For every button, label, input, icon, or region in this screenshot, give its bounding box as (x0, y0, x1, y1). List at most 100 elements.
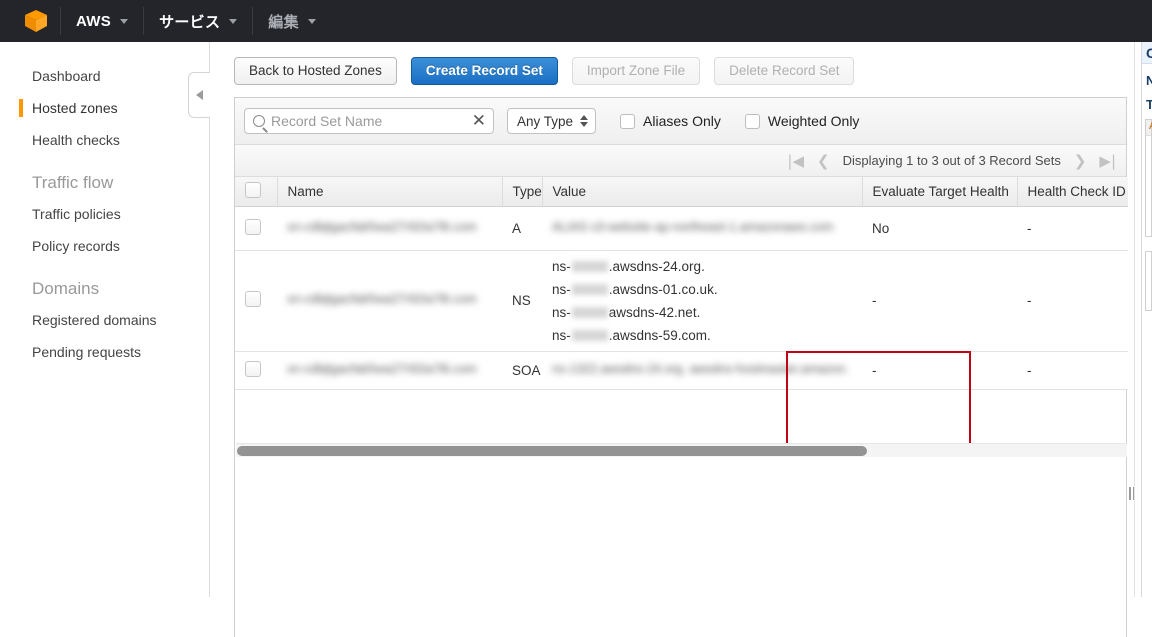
prev-page-icon[interactable]: ❮ (817, 152, 830, 170)
panel-divider (1134, 42, 1135, 597)
record-set-detail-panel: Create Record Set Name: Type: Alias: (1141, 42, 1152, 597)
record-name-redacted: xn-cdbjtgacfab5wa27r92ia78i.com (287, 219, 477, 234)
ns-prefix: ns- (552, 304, 571, 320)
row-checkbox[interactable] (245, 218, 261, 235)
sidebar-collapse-button[interactable] (188, 72, 210, 118)
row-select-cell (235, 206, 277, 251)
weighted-only-checkbox[interactable]: Weighted Only (744, 113, 860, 129)
ns-suffix: awsdns-42.net. (608, 304, 701, 320)
back-to-hosted-zones-button[interactable]: Back to Hosted Zones (234, 57, 397, 85)
ns-prefix: ns- (552, 327, 571, 343)
column-header-name[interactable]: Name (276, 177, 502, 207)
cell-health-check-id: - (1017, 351, 1128, 390)
column-header-health-check-id[interactable]: Health Check ID (1016, 177, 1128, 207)
chevron-down-icon (120, 18, 129, 24)
sidebar-section-traffic-flow: Traffic flow (32, 173, 114, 192)
navbar-item-services[interactable]: サービス (146, 0, 250, 42)
cell-value: ns-1322.awsdns-24.org. awsdns-hostmaster… (542, 351, 862, 390)
ns-redacted-block (571, 330, 608, 342)
row-select-cell (235, 250, 277, 352)
cell-name: xn-cdbjtgacfab5wa27r92ia78i.com (277, 206, 502, 251)
cell-name: xn-cdbjtgacfab5wa27r92ia78i.com (277, 250, 502, 352)
sidebar-item-hosted-zones-label: Hosted zones (32, 100, 118, 116)
ns-redacted-block (571, 284, 608, 296)
list-item: ns- .awsdns-59.com. (552, 324, 862, 347)
cell-type: A (502, 206, 542, 251)
aliases-only-checkbox[interactable]: Aliases Only (620, 113, 721, 129)
table-row[interactable]: xn-cdbjtgacfab5wa27r92ia78i.com A ALIAS … (235, 206, 1128, 251)
horizontal-scrollbar[interactable] (236, 443, 1127, 457)
ns-prefix: ns- (552, 281, 571, 297)
record-type-select[interactable]: Any Type (507, 108, 597, 134)
create-record-set-button[interactable]: Create Record Set (410, 57, 558, 85)
first-page-icon[interactable]: |◀ (787, 152, 804, 170)
search-icon (253, 115, 265, 127)
sort-updown-icon (580, 115, 589, 127)
sidebar-item-hosted-zones[interactable]: Hosted zones (0, 92, 209, 124)
sidebar-item-registered-domains[interactable]: Registered domains (0, 304, 209, 336)
sidebar-item-dashboard[interactable]: Dashboard (0, 60, 209, 92)
navbar-divider (143, 7, 145, 35)
column-header-evaluate-target-health[interactable]: Evaluate Target Health (861, 177, 1017, 207)
sidebar-item-policy-records[interactable]: Policy records (0, 230, 209, 262)
row-checkbox[interactable] (245, 291, 261, 307)
column-header-value[interactable]: Value (541, 177, 862, 207)
search-input[interactable] (265, 112, 455, 130)
cell-type: NS (502, 250, 542, 352)
ns-redacted-block (571, 307, 608, 319)
navbar-item-aws-label: AWS (76, 12, 112, 30)
sidebar-item-health-checks-label: Health checks (32, 132, 120, 148)
sidebar-item-dashboard-label: Dashboard (32, 68, 101, 84)
navbar-item-aws[interactable]: AWS (63, 0, 141, 42)
delete-record-set-button[interactable]: Delete Record Set (714, 57, 855, 85)
cell-evaluate-target-health: - (862, 250, 1017, 352)
sidebar-item-traffic-policies[interactable]: Traffic policies (0, 198, 209, 230)
table-row[interactable]: xn-cdbjtgacfab5wa27r92ia78i.com SOA ns-1… (235, 351, 1128, 390)
select-all-checkbox[interactable] (245, 181, 261, 198)
clear-search-icon[interactable]: ✕ (472, 112, 486, 130)
ns-value-list: ns- .awsdns-24.org. ns- .awsdns-01.co.uk. … (552, 251, 862, 351)
pagination-status: Displaying 1 to 3 out of 3 Record Sets (842, 153, 1061, 168)
detail-alias-label: Alias: (1146, 120, 1152, 136)
record-value-redacted: ALIAS s3-website-ap-northeast-1.amazonaw… (552, 219, 834, 234)
weighted-only-label: Weighted Only (767, 113, 860, 129)
ns-prefix: ns- (552, 258, 571, 274)
sidebar-item-health-checks[interactable]: Health checks (0, 124, 209, 156)
cell-type: SOA (502, 351, 542, 390)
import-zone-file-button[interactable]: Import Zone File (571, 57, 701, 85)
cell-value: ALIAS s3-website-ap-northeast-1.amazonaw… (542, 206, 862, 251)
navbar-item-edit-label: 編集 (268, 13, 299, 31)
detail-alias-box: Alias: (1145, 119, 1152, 237)
navbar-divider (252, 7, 254, 35)
next-page-icon[interactable]: ❯ (1074, 152, 1087, 170)
aws-cube-icon[interactable] (22, 7, 50, 35)
record-type-select-value: Any Type (517, 113, 574, 129)
sidebar-item-pending-requests[interactable]: Pending requests (0, 336, 209, 368)
main-content: Back to Hosted Zones Create Record Set I… (211, 42, 1141, 637)
list-item: ns- .awsdns-24.org. (552, 255, 862, 278)
table-row[interactable]: xn-cdbjtgacfab5wa27r92ia78i.com NS ns- .a… (235, 250, 1128, 352)
column-header-type[interactable]: Type (501, 177, 542, 207)
navbar-item-services-label: サービス (159, 13, 221, 31)
record-set-toolbar: Back to Hosted Zones Create Record Set I… (211, 42, 1141, 85)
ns-redacted-block (571, 261, 608, 273)
detail-type-label: Type: (1142, 88, 1152, 112)
record-sets-panel: ✕ Any Type Aliases Only Weighted Only |◀… (234, 97, 1128, 637)
left-sidebar: Dashboard Hosted zones Health checks Tra… (0, 42, 210, 597)
chevron-left-icon (196, 90, 203, 100)
ns-suffix: .awsdns-01.co.uk. (608, 281, 718, 297)
row-checkbox[interactable] (245, 360, 261, 377)
panel-resize-handle[interactable] (1127, 485, 1136, 501)
top-navbar: AWS サービス 編集 (0, 0, 1152, 42)
sidebar-item-pending-requests-label: Pending requests (32, 344, 141, 360)
checkbox-box (620, 113, 636, 129)
scrollbar-thumb[interactable] (237, 446, 867, 456)
ns-suffix: .awsdns-59.com. (608, 327, 711, 343)
last-page-icon[interactable]: ▶| (1099, 152, 1116, 170)
navbar-item-edit[interactable]: 編集 (255, 0, 329, 42)
table-header-row: Name Type Value Evaluate Target Health H… (235, 177, 1128, 207)
cell-name: xn-cdbjtgacfab5wa27r92ia78i.com (277, 351, 502, 390)
cell-health-check-id: - (1017, 206, 1128, 251)
search-box[interactable]: ✕ (244, 108, 494, 134)
checkbox-box (744, 113, 760, 129)
